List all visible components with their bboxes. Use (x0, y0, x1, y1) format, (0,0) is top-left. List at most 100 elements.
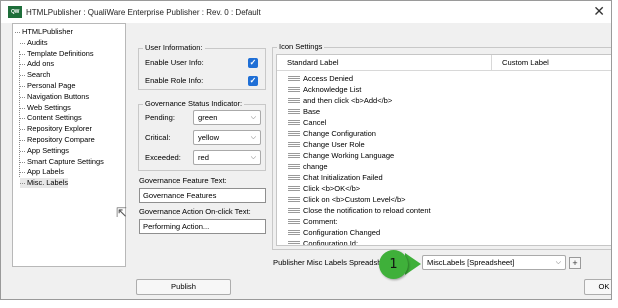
row-standard-label: Configuration Changed (303, 228, 381, 237)
governance-action-label: Governance Action On-click Text: (139, 207, 251, 216)
row-standard-label: Configuration Id: (303, 239, 359, 246)
tree-item[interactable]: App Settings (20, 146, 69, 156)
table-row[interactable]: Click on <b>Custom Level</b> (277, 194, 611, 205)
row-grip-icon (288, 120, 300, 126)
table-row[interactable]: Change Working Language (277, 150, 611, 161)
row-grip-icon (288, 164, 300, 170)
chevron-down-icon: ⌵ (250, 154, 256, 161)
table-row[interactable]: Click <b>OK</b> (277, 183, 611, 194)
table-row[interactable]: Access Denied (277, 73, 611, 84)
misc-labels-value: MiscLabels [Spreadsheet] (427, 258, 515, 267)
row-standard-label: Click on <b>Custom Level</b> (303, 195, 406, 204)
enable-user-info-label: Enable User Info: (145, 58, 204, 67)
table-row[interactable]: Close the notification to reload content (277, 205, 611, 216)
governance-status-group: Governance Status Indicator: Pending: gr… (138, 99, 266, 171)
governance-feature-label: Governance Feature Text: (139, 176, 227, 185)
ok-button[interactable]: OK (584, 279, 611, 295)
tree-item[interactable]: Search (20, 70, 50, 80)
table-row[interactable]: change (277, 161, 611, 172)
row-grip-icon (288, 208, 300, 214)
row-standard-label: Comment: (303, 217, 338, 226)
callout-badge: 1 (379, 250, 408, 279)
row-grip-icon (288, 98, 300, 104)
critical-select[interactable]: yellow ⌵ (193, 130, 261, 145)
tree-item[interactable]: Template Definitions (20, 49, 94, 59)
row-standard-label: Click <b>OK</b> (303, 184, 361, 193)
row-grip-icon (288, 186, 300, 192)
tree-item[interactable]: Web Settings (20, 103, 71, 113)
chevron-down-icon: ⌵ (250, 134, 256, 141)
tree-item[interactable]: Audits (20, 38, 48, 48)
row-standard-label: Close the notification to reload content (303, 206, 431, 215)
close-icon[interactable]: ✕ (593, 4, 605, 18)
row-grip-icon (288, 87, 300, 93)
tree-item[interactable]: Content Settings (20, 113, 82, 123)
tree-item[interactable]: Personal Page (20, 81, 75, 91)
table-row[interactable]: Configuration Id: (277, 238, 611, 246)
row-standard-label: Cancel (303, 118, 327, 127)
governance-status-legend: Governance Status Indicator: (143, 99, 245, 109)
enable-user-info-checkbox[interactable]: ✓ (248, 58, 258, 68)
pending-select[interactable]: green ⌵ (193, 110, 261, 125)
table-row[interactable]: Acknowledge List (277, 84, 611, 95)
row-grip-icon (288, 153, 300, 159)
chevron-down-icon: ⌵ (555, 259, 561, 266)
row-grip-icon (288, 76, 300, 82)
row-standard-label: Change Configuration (303, 129, 376, 138)
exceeded-value: red (198, 153, 209, 162)
tree-item[interactable]: HTMLPublisher (15, 27, 73, 37)
row-grip-icon (288, 142, 300, 148)
table-row[interactable]: Change Configuration (277, 128, 611, 139)
publisher-window: QW HTMLPublisher : QualiWare Enterprise … (0, 0, 612, 300)
table-row[interactable]: Comment: (277, 216, 611, 227)
user-info-group: User Information: Enable User Info: ✓ En… (138, 43, 266, 90)
governance-feature-input[interactable]: Governance Features (139, 188, 266, 203)
mouse-cursor-icon: ⇱ (116, 205, 127, 220)
enable-role-info-label: Enable Role Info: (145, 76, 204, 85)
row-standard-label: change (303, 162, 328, 171)
table-row[interactable]: Change User Role (277, 139, 611, 150)
tree-item[interactable]: Smart Capture Settings (20, 157, 104, 167)
publish-button[interactable]: Publish (136, 279, 231, 295)
publisher-misc-labels-label: Publisher Misc Labels Spreadsheet: (273, 258, 395, 267)
tree-item[interactable]: Repository Compare (20, 135, 95, 145)
tree-item[interactable]: App Labels (20, 167, 64, 177)
row-standard-label: Access Denied (303, 74, 354, 83)
misc-labels-select[interactable]: MiscLabels [Spreadsheet] ⌵ (422, 255, 566, 270)
row-grip-icon (288, 219, 300, 225)
table-row[interactable]: Base (277, 106, 611, 117)
table-row[interactable]: Cancel (277, 117, 611, 128)
row-standard-label: Change Working Language (303, 151, 395, 160)
pending-value: green (198, 113, 218, 122)
row-grip-icon (288, 175, 300, 181)
add-spreadsheet-button[interactable]: + (569, 257, 581, 269)
tree-item[interactable]: Add ons (20, 59, 54, 69)
column-header-standard[interactable]: Standard Label (277, 55, 492, 71)
governance-action-input[interactable]: Performing Action... (139, 219, 266, 234)
icon-settings-table[interactable]: Standard Label Custom Label Access Denie… (276, 54, 611, 246)
row-grip-icon (288, 109, 300, 115)
table-row[interactable]: and then click <b>Add</b> (277, 95, 611, 106)
settings-tree[interactable]: HTMLPublisher Audits Template Definitions A… (12, 23, 126, 267)
row-grip-icon (288, 197, 300, 203)
exceeded-select[interactable]: red ⌵ (193, 150, 261, 165)
chevron-down-icon: ⌵ (250, 114, 256, 121)
row-grip-icon (288, 241, 300, 245)
row-standard-label: Change User Role (303, 140, 365, 149)
column-header-custom[interactable]: Custom Label (492, 55, 611, 71)
tree-item[interactable]: Navigation Buttons (20, 92, 89, 102)
row-standard-label: Base (303, 107, 321, 116)
tree-item[interactable]: Repository Explorer (20, 124, 92, 134)
enable-role-info-checkbox[interactable]: ✓ (248, 76, 258, 86)
user-info-legend: User Information: (143, 43, 205, 53)
critical-value: yellow (198, 133, 220, 142)
tree-item[interactable]: Misc. Labels (20, 178, 69, 189)
exceeded-label: Exceeded: (145, 153, 181, 162)
table-row[interactable]: Configuration Changed (277, 227, 611, 238)
table-row[interactable]: Chat Initialization Failed (277, 172, 611, 183)
row-grip-icon (288, 131, 300, 137)
title-bar: QW HTMLPublisher : QualiWare Enterprise … (1, 1, 611, 23)
row-grip-icon (288, 230, 300, 236)
row-standard-label: Acknowledge List (303, 85, 362, 94)
window-title: HTMLPublisher : QualiWare Enterprise Pub… (26, 7, 261, 17)
